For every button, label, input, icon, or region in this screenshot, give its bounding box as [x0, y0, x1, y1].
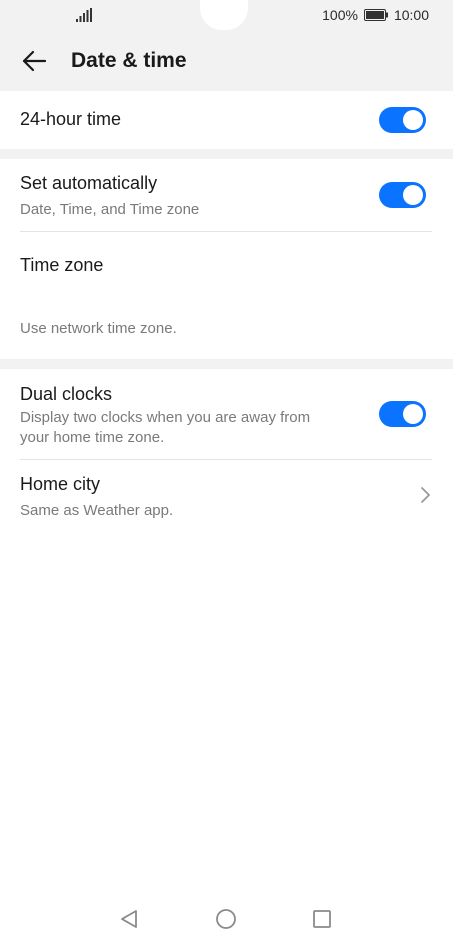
row-subtitle-line2: your home time zone.	[20, 429, 165, 446]
group-time-format: 24-hour time	[0, 91, 453, 149]
row-dual-clocks[interactable]: Dual clocks Display two clocks when you …	[0, 369, 453, 459]
toggle-set-automatically[interactable]	[379, 182, 426, 208]
status-time: 10:00	[393, 7, 429, 23]
row-subtitle: Use network time zone.	[20, 320, 177, 337]
toggle-knob	[403, 185, 423, 205]
row-title: Set automatically	[20, 173, 158, 193]
nav-home-button[interactable]	[213, 906, 239, 932]
row-24-hour-time[interactable]: 24-hour time	[0, 91, 453, 149]
home-circle-icon	[216, 909, 236, 929]
status-right: 100% 10:00	[322, 7, 429, 23]
row-title: 24-hour time	[20, 109, 122, 129]
row-title: Home city	[20, 474, 101, 494]
back-button[interactable]	[14, 44, 54, 78]
row-subtitle: Date, Time, and Time zone	[20, 201, 200, 218]
toggle-24-hour-time[interactable]	[379, 107, 426, 133]
group-divider	[0, 359, 453, 369]
nav-recents-button[interactable]	[309, 906, 335, 932]
app-bar: Date & time	[0, 32, 453, 91]
row-home-city[interactable]: Home city Same as Weather app.	[0, 460, 453, 530]
row-title: Time zone	[20, 255, 104, 275]
arrow-left-icon	[22, 50, 47, 72]
toggle-dual-clocks[interactable]	[379, 401, 426, 427]
back-triangle-icon	[121, 910, 137, 928]
row-subtitle: Same as Weather app.	[20, 502, 174, 519]
top-area: 100% 10:00 Date & time	[0, 0, 453, 91]
nav-back-button[interactable]	[116, 906, 142, 932]
group-dual-clocks: Dual clocks Display two clocks when you …	[0, 369, 453, 531]
row-time-zone[interactable]: Time zone Use network time zone.	[0, 232, 453, 359]
row-set-automatically[interactable]: Set automatically Date, Time, and Time z…	[0, 159, 453, 231]
battery-percent: 100%	[322, 7, 358, 23]
row-subtitle-line1: Display two clocks when you are away fro…	[20, 409, 311, 426]
navigation-bar	[0, 896, 453, 942]
group-auto-time: Set automatically Date, Time, and Time z…	[0, 159, 453, 359]
screen: 100% 10:00 Date & time 24-hour time Set …	[0, 0, 453, 942]
signal-icon	[76, 8, 92, 22]
recents-square-icon	[313, 910, 331, 928]
battery-icon	[363, 9, 388, 21]
chevron-right-icon	[421, 487, 430, 503]
row-title: Dual clocks	[20, 384, 113, 404]
toggle-knob	[403, 110, 423, 130]
status-bar: 100% 10:00	[0, 0, 453, 32]
group-divider	[0, 149, 453, 159]
toggle-knob	[403, 404, 423, 424]
page-title: Date & time	[71, 49, 187, 72]
